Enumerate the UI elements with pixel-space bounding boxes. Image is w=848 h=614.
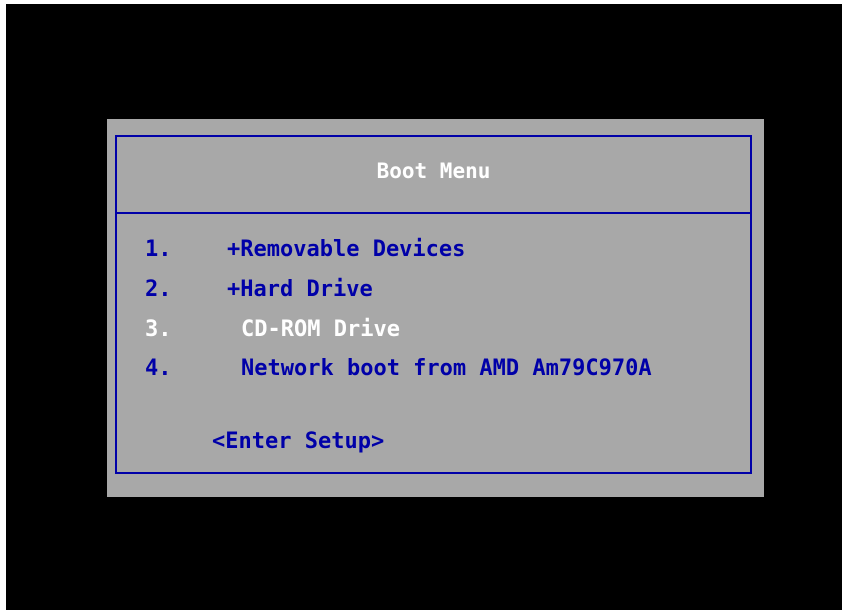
- boot-option-number: 4.: [145, 356, 172, 381]
- boot-option-removable-devices[interactable]: 1. +Removable Devices: [145, 237, 465, 263]
- boot-option-network-boot[interactable]: 4. Network boot from AMD Am79C970A: [145, 356, 652, 382]
- boot-option-number: 1.: [145, 237, 172, 262]
- boot-menu-panel: Boot Menu 1. +Removable Devices 2. +Hard…: [107, 119, 764, 497]
- boot-option-label: +Hard Drive: [227, 277, 373, 302]
- boot-option-cd-rom-drive[interactable]: 3. CD-ROM Drive: [145, 317, 400, 343]
- bios-screen: Boot Menu 1. +Removable Devices 2. +Hard…: [6, 4, 842, 610]
- boot-option-number: 2.: [145, 277, 172, 302]
- enter-setup-option[interactable]: <Enter Setup>: [212, 429, 384, 455]
- boot-option-hard-drive[interactable]: 2. +Hard Drive: [145, 277, 373, 303]
- boot-option-label: CD-ROM Drive: [241, 317, 400, 342]
- boot-menu-frame: Boot Menu 1. +Removable Devices 2. +Hard…: [115, 135, 752, 474]
- boot-menu-title: Boot Menu: [376, 159, 491, 183]
- boot-menu-header: Boot Menu: [117, 137, 750, 214]
- boot-option-label: Network boot from AMD Am79C970A: [241, 356, 652, 381]
- boot-option-number: 3.: [145, 317, 172, 342]
- boot-option-label: +Removable Devices: [227, 237, 466, 262]
